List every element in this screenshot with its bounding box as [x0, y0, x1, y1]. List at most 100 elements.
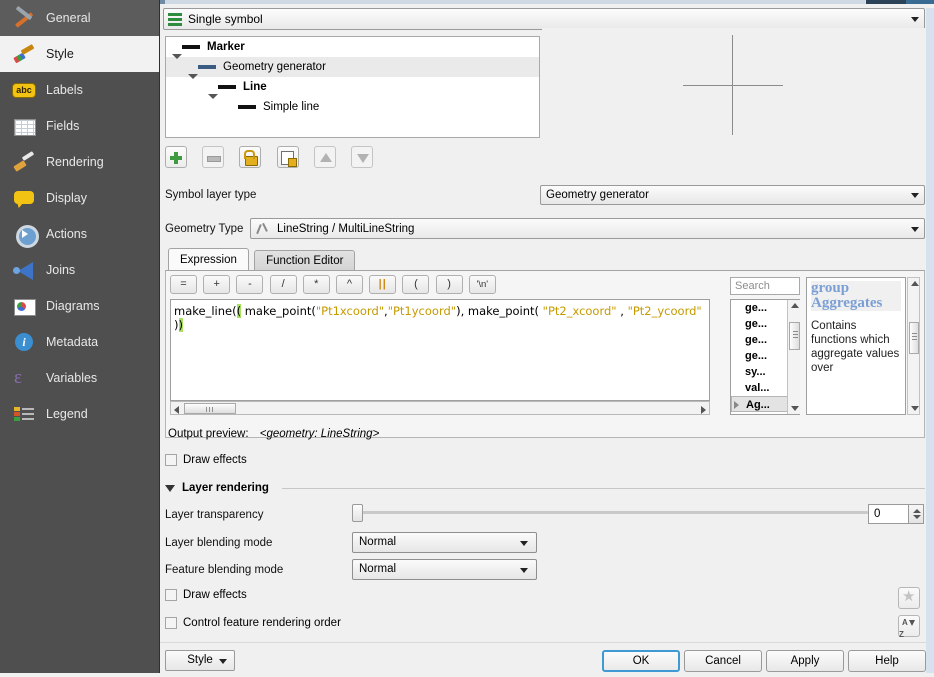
- help-button[interactable]: Help: [848, 650, 926, 672]
- draw-effects-settings-button[interactable]: [898, 587, 920, 609]
- scroll-up-icon[interactable]: [911, 281, 919, 286]
- layer-transparency-stepper[interactable]: [908, 504, 924, 524]
- operator-power-button[interactable]: ^: [336, 275, 364, 294]
- symbol-layer-type-combo[interactable]: Geometry generator: [540, 185, 925, 205]
- operator-multiply-button[interactable]: *: [302, 275, 330, 294]
- operator-plus-button[interactable]: +: [203, 275, 231, 294]
- help-body: Contains functions which aggregate value…: [811, 320, 900, 374]
- draw-effects-row[interactable]: Draw effects: [165, 589, 247, 601]
- paintbrush-icon: [12, 42, 36, 66]
- symbol-layer-toolbar: [165, 146, 385, 168]
- symbol-layer-type-value: Geometry generator: [546, 189, 649, 201]
- apply-button[interactable]: Apply: [766, 650, 844, 672]
- geometry-type-combo[interactable]: LineString / MultiLineString: [250, 218, 925, 239]
- draw-effects-checkbox[interactable]: [165, 589, 177, 601]
- move-layer-up-button[interactable]: [313, 146, 336, 168]
- stepper-up-icon[interactable]: [913, 509, 921, 513]
- help-title: group Aggregates: [811, 281, 901, 311]
- sidebar-item-style[interactable]: Style: [0, 36, 159, 72]
- sidebar-item-label: Diagrams: [46, 299, 100, 313]
- feature-blending-mode-combo[interactable]: Normal: [352, 559, 537, 580]
- expr-token: ): [174, 318, 179, 332]
- expression-input[interactable]: make_line(( make_point("Pt1xcoord","Pt1y…: [170, 299, 710, 401]
- scroll-down-icon[interactable]: [791, 406, 799, 411]
- sidebar-item-fields[interactable]: Fields: [0, 108, 159, 144]
- sidebar-item-label: Joins: [46, 263, 76, 277]
- operator-close-paren-button[interactable]: ): [435, 275, 463, 294]
- sidebar-item-metadata[interactable]: Metadata: [0, 324, 159, 360]
- scrollbar-thumb[interactable]: [789, 322, 800, 350]
- style-menu-button[interactable]: Style: [165, 650, 235, 671]
- function-search-input[interactable]: Search: [730, 277, 800, 295]
- operator-open-paren-button[interactable]: (: [402, 275, 430, 294]
- scroll-down-icon[interactable]: [911, 406, 919, 411]
- ok-button[interactable]: OK: [602, 650, 680, 672]
- draw-effects-label: Draw effects: [183, 589, 247, 601]
- tree-node-line[interactable]: Line: [166, 77, 539, 99]
- expression-horizontal-scrollbar[interactable]: [170, 401, 710, 415]
- tree-node-geometry-generator[interactable]: Geometry generator: [166, 57, 539, 79]
- renderer-type-combo[interactable]: Single symbol: [163, 8, 925, 30]
- function-list-item-label: Ag...: [746, 399, 770, 411]
- duplicate-layer-button[interactable]: [276, 146, 299, 168]
- operator-concat-button[interactable]: ||: [369, 275, 397, 294]
- sidebar-item-rendering[interactable]: Rendering: [0, 144, 159, 180]
- sidebar-item-display[interactable]: Display: [0, 180, 159, 216]
- chevron-down-icon: [219, 659, 227, 664]
- symbol-layer-tree[interactable]: Marker Geometry generator Line Simple li…: [165, 36, 540, 138]
- cancel-button[interactable]: Cancel: [684, 650, 762, 672]
- scroll-right-icon[interactable]: [701, 406, 706, 414]
- sidebar-item-diagrams[interactable]: Diagrams: [0, 288, 159, 324]
- sidebar-item-label: Labels: [46, 83, 83, 97]
- tab-expression[interactable]: Expression: [168, 248, 249, 271]
- layer-transparency-label: Layer transparency: [165, 509, 264, 521]
- chevron-down-icon[interactable]: [165, 484, 175, 492]
- sidebar-item-label: Metadata: [46, 335, 99, 349]
- renderer-type-value: Single symbol: [188, 12, 263, 26]
- sidebar-item-joins[interactable]: Joins: [0, 252, 159, 288]
- sidebar-item-actions[interactable]: Actions: [0, 216, 159, 252]
- layer-transparency-slider-track[interactable]: [356, 511, 868, 514]
- lock-layer-colors-button[interactable]: [239, 146, 262, 168]
- draw-effects-top-checkbox[interactable]: [165, 454, 177, 466]
- operator-equals-button[interactable]: =: [170, 275, 197, 294]
- sidebar-item-variables[interactable]: Variables: [0, 360, 159, 396]
- stepper-down-icon[interactable]: [913, 515, 921, 519]
- move-layer-down-button[interactable]: [351, 146, 374, 168]
- function-list-scrollbar[interactable]: [787, 300, 800, 414]
- scrollbar-thumb[interactable]: [909, 322, 919, 354]
- layer-transparency-slider-handle[interactable]: [352, 504, 363, 522]
- layer-rendering-section-header[interactable]: Layer rendering: [165, 482, 925, 494]
- control-rendering-order-row[interactable]: Control feature rendering order: [165, 617, 341, 629]
- scrollbar-thumb[interactable]: [184, 403, 236, 414]
- rendering-order-settings-button[interactable]: AZ: [898, 615, 920, 639]
- chevron-right-icon[interactable]: [734, 401, 739, 409]
- help-pane-scrollbar[interactable]: [907, 277, 920, 415]
- tree-node-simple-line[interactable]: Simple line: [166, 97, 539, 117]
- style-panel: Single symbol Marker Geometry generator …: [160, 4, 934, 677]
- sidebar-item-label: Actions: [46, 227, 87, 241]
- sidebar-item-labels[interactable]: Labels: [0, 72, 159, 108]
- tree-node-label: Simple line: [263, 101, 320, 113]
- layer-blending-mode-combo[interactable]: Normal: [352, 532, 537, 553]
- sidebar-item-label: Style: [46, 47, 74, 61]
- draw-effects-top-label: Draw effects: [183, 454, 247, 466]
- add-symbol-layer-button[interactable]: [165, 146, 187, 168]
- control-rendering-order-checkbox[interactable]: [165, 617, 177, 629]
- symbol-swatch: [218, 85, 236, 89]
- operator-divide-button[interactable]: /: [269, 275, 297, 294]
- chevron-down-icon: [520, 568, 528, 573]
- scroll-left-icon[interactable]: [174, 406, 179, 414]
- remove-symbol-layer-button[interactable]: [202, 146, 225, 168]
- sidebar-item-general[interactable]: General: [0, 0, 159, 36]
- info-circle-icon: [12, 330, 36, 354]
- scroll-up-icon[interactable]: [791, 303, 799, 308]
- operator-newline-button[interactable]: '\n': [468, 275, 496, 294]
- operator-minus-button[interactable]: -: [236, 275, 264, 294]
- tree-node-label: Line: [243, 81, 267, 93]
- layer-blending-mode-value: Normal: [359, 536, 397, 548]
- tree-node-marker[interactable]: Marker: [166, 37, 539, 59]
- sidebar-item-legend[interactable]: Legend: [0, 396, 159, 432]
- tab-function-editor[interactable]: Function Editor: [254, 250, 356, 272]
- draw-effects-top-row[interactable]: Draw effects: [165, 454, 247, 466]
